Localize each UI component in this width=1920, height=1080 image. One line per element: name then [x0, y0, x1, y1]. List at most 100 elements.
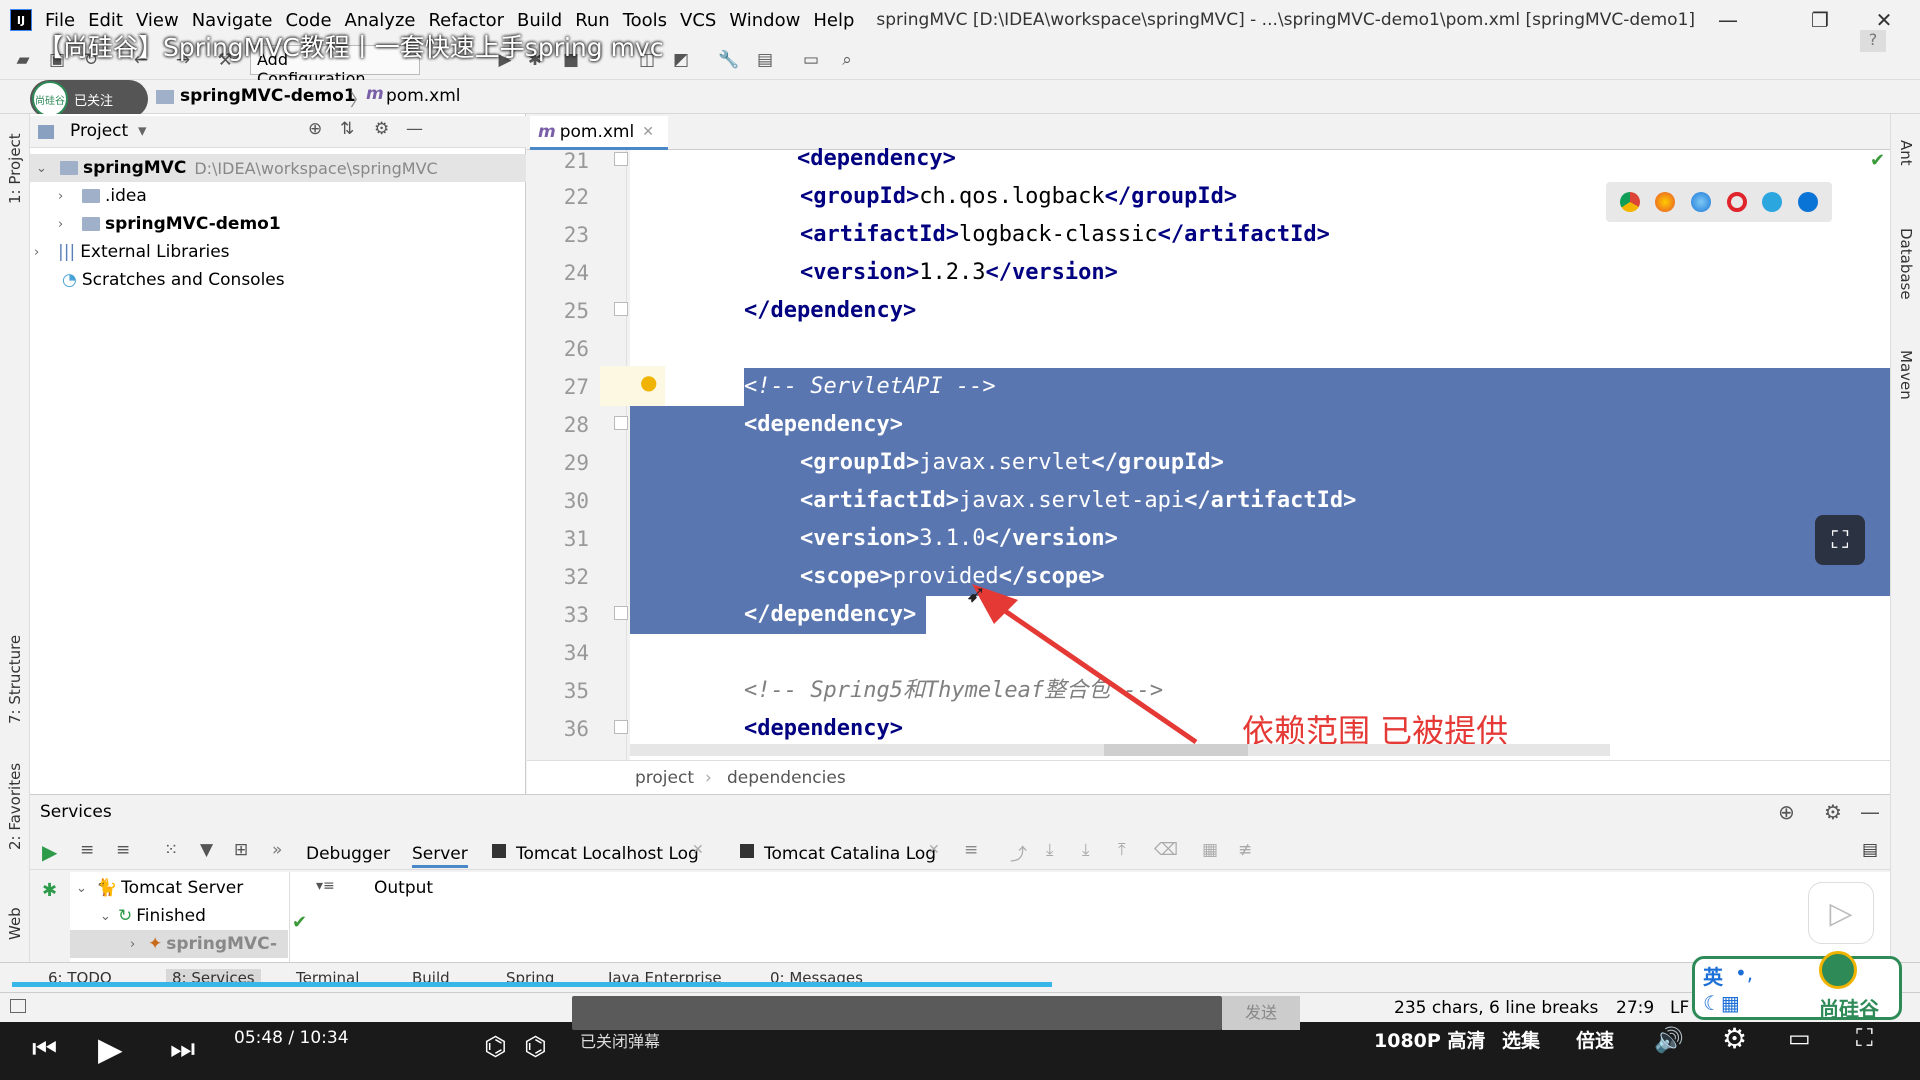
gear-icon[interactable]: ⚙ [374, 119, 389, 139]
expand-all-icon[interactable]: ≡ [80, 840, 94, 860]
firefox-icon[interactable] [1655, 192, 1676, 212]
layout-icon[interactable]: ▤ [1862, 840, 1878, 860]
profile-icon[interactable]: ◩ [670, 50, 692, 70]
tree-item-artifact[interactable]: › ✦ springMVC- [70, 930, 288, 958]
tool-window-favorites[interactable]: 2: Favorites [6, 763, 24, 850]
download-icon[interactable]: ⤓ [1082, 840, 1090, 860]
fullscreen-icon[interactable]: ⛶ [1856, 1024, 1873, 1052]
gear-icon[interactable]: ⚙ [1824, 800, 1842, 824]
opera-icon[interactable] [1726, 192, 1747, 212]
project-structure-icon[interactable]: ▤ [754, 50, 776, 70]
restore-icon[interactable]: ❐ [1802, 6, 1838, 34]
collapse-all-icon[interactable]: ≡ [116, 840, 130, 860]
lightbulb-icon[interactable]: ● [640, 370, 657, 394]
gear-icon[interactable]: ⚙ [1722, 1022, 1747, 1055]
ime-punctuation-icon[interactable]: •, [1735, 961, 1753, 985]
tree-item-idea[interactable]: › .idea [30, 182, 526, 210]
edge-icon[interactable] [1798, 192, 1819, 212]
chevron-right-icon[interactable]: › [34, 245, 48, 260]
settings-icon[interactable]: ≢ [1238, 840, 1252, 860]
settings-wrench-icon[interactable]: 🔧 [718, 50, 740, 70]
minimize-icon[interactable]: — [1710, 6, 1746, 34]
globe-icon[interactable]: ⊕ [1778, 800, 1795, 824]
project-panel-title[interactable]: Project [70, 121, 128, 141]
table-icon[interactable]: ▦ [1202, 840, 1218, 860]
ime-mode[interactable]: 英 [1703, 961, 1723, 990]
more-icon[interactable]: » [272, 840, 282, 860]
nav-item-file[interactable]: pom.xml [386, 86, 461, 106]
chrome-icon[interactable] [1619, 192, 1640, 212]
video-progress-bar[interactable] [12, 982, 1052, 987]
upload-icon[interactable]: ⤒ [1118, 840, 1126, 860]
play-bubble-icon[interactable]: ▷ [1808, 882, 1874, 944]
deploy-icon[interactable]: ⤴ [1010, 840, 1027, 865]
chevron-down-icon[interactable]: ▾ [138, 121, 147, 141]
tree-item-scratches[interactable]: ◔ Scratches and Consoles [30, 266, 526, 294]
fold-marker-icon[interactable] [614, 302, 628, 316]
panel-toggle-icon[interactable] [10, 999, 26, 1013]
menu-vcs[interactable]: VCS [680, 10, 716, 31]
tool-window-web[interactable]: Web [6, 907, 24, 940]
menu-lines-icon[interactable]: ≡ [964, 840, 978, 860]
pip-icon[interactable]: ▭ [1788, 1024, 1811, 1052]
tree-item-root[interactable]: ⌄ springMVC D:\IDEA\workspace\springMVC [30, 154, 526, 182]
run-icon[interactable]: ▶ [42, 840, 57, 864]
tool-window-ant[interactable]: Ant [1897, 140, 1915, 166]
chevron-right-icon[interactable]: › [130, 937, 144, 952]
hide-panel-icon[interactable]: — [1860, 800, 1880, 824]
menu-window[interactable]: Window [729, 10, 800, 31]
fold-marker-icon[interactable] [614, 606, 628, 620]
tree-item-tomcat-server[interactable]: ⌄ 🐈 Tomcat Server [70, 874, 290, 902]
scrollbar-thumb[interactable] [1104, 744, 1248, 756]
tab-tomcat-localhost-log[interactable]: Tomcat Localhost Log [516, 840, 699, 868]
menu-help[interactable]: Help [813, 10, 854, 31]
collapse-all-icon[interactable]: ⇅ [340, 119, 354, 139]
fold-marker-icon[interactable] [614, 152, 628, 166]
line-separator[interactable]: LF [1670, 998, 1689, 1018]
danmaku-input[interactable] [572, 996, 1222, 1030]
nav-item-module[interactable]: springMVC-demo1 [180, 86, 356, 106]
follow-badge[interactable]: 尚硅谷 已关注 [30, 80, 148, 118]
terminal-window-icon[interactable]: ▭ [800, 50, 822, 70]
group-icon[interactable]: ⁙ [164, 840, 178, 860]
download-icon[interactable]: ⤓ [1046, 840, 1054, 860]
tool-window-database[interactable]: Database [1897, 228, 1915, 300]
locate-icon[interactable]: ⊕ [308, 119, 322, 139]
breadcrumb-item[interactable]: dependencies [727, 768, 846, 788]
fullscreen-toggle-icon[interactable]: ⛶ [1815, 515, 1865, 565]
tool-window-project[interactable]: 1: Project [6, 133, 24, 204]
next-icon[interactable]: ⏭ [170, 1032, 195, 1066]
debug-bug-icon[interactable]: ✱ [42, 880, 57, 901]
ime-moon-icon[interactable]: ☾▦ [1703, 991, 1740, 1015]
ie-icon[interactable] [1762, 192, 1783, 212]
close-icon[interactable]: ✕ [642, 124, 654, 140]
quality-selector[interactable]: 1080P 高清 [1374, 1026, 1485, 1053]
close-icon[interactable]: ✕ [692, 842, 704, 858]
close-icon[interactable]: ✕ [928, 842, 940, 858]
tab-debugger[interactable]: Debugger [306, 840, 390, 868]
play-icon[interactable]: ▶ [98, 1030, 123, 1068]
output-menu-icon[interactable]: ▾≡ [316, 878, 335, 894]
chevron-right-icon[interactable]: › [58, 217, 72, 232]
tree-item-module[interactable]: › springMVC-demo1 [30, 210, 526, 238]
chevron-right-icon[interactable]: › [58, 189, 72, 204]
filter-icon[interactable]: ▼ [200, 840, 213, 860]
hide-panel-icon[interactable]: — [406, 119, 423, 139]
chevron-down-icon[interactable]: ⌄ [36, 161, 50, 176]
tool-window-maven[interactable]: Maven [1897, 350, 1915, 400]
tree-item-external-libraries[interactable]: › ||| External Libraries [30, 238, 526, 266]
send-button[interactable]: 发送 [1222, 996, 1300, 1030]
episode-selector[interactable]: 选集 [1502, 1026, 1540, 1053]
help-question-icon[interactable]: ? [1860, 30, 1886, 52]
clear-icon[interactable]: ⌫ [1154, 840, 1178, 860]
volume-icon[interactable]: 🔊 [1654, 1026, 1684, 1054]
tool-window-structure[interactable]: 7: Structure [6, 635, 24, 724]
tab-tomcat-catalina-log[interactable]: Tomcat Catalina Log [764, 840, 936, 868]
open-folder-icon[interactable]: ▰ [12, 50, 34, 70]
fold-marker-icon[interactable] [614, 416, 628, 430]
breadcrumb-item[interactable]: project [635, 768, 694, 788]
danmaku-toggle-icon[interactable]: ⌬ [484, 1032, 507, 1062]
previous-icon[interactable]: ⏮ [32, 1032, 57, 1066]
add-service-icon[interactable]: ⊞ [234, 840, 248, 860]
chevron-down-icon[interactable]: ⌄ [76, 881, 90, 896]
